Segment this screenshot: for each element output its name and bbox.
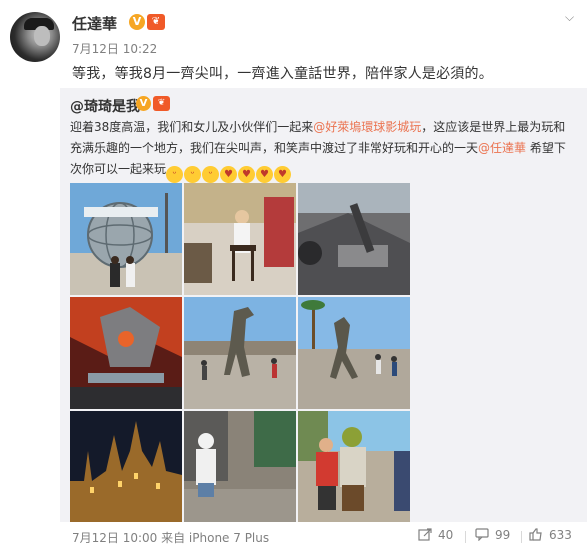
emoji-tongue-icon: ᵕ: [184, 166, 202, 183]
divider: [465, 531, 466, 543]
author-name[interactable]: 任達華: [72, 13, 117, 34]
emoji-wink-icon: ♥: [238, 166, 256, 183]
mention-link-author[interactable]: @任達華: [478, 141, 526, 155]
post-time[interactable]: 7月12日 10:22: [72, 40, 157, 57]
like-button[interactable]: 633: [529, 528, 572, 542]
photo-director-chair[interactable]: [184, 183, 296, 295]
avatar[interactable]: [10, 12, 60, 62]
comment-icon: [475, 528, 489, 541]
member-crown-icon: ❦: [147, 14, 165, 30]
emoji-tongue-icon: ᵕ: [166, 166, 184, 183]
repost-author-name[interactable]: @琦琦是我: [70, 96, 140, 116]
weibo-post: 任達華 V ❦ ⌵ 7月12日 10:22 等我，等我8月一齊尖叫，一齊進入童話…: [0, 0, 587, 552]
photo-hogwarts-castle[interactable]: [70, 411, 182, 523]
post-text: 等我，等我8月一齊尖叫，一齊進入童話世界，陪伴家人是必須的。: [72, 66, 493, 82]
comment-button[interactable]: 99: [475, 528, 510, 542]
repost-member-crown-icon: ❦: [153, 96, 170, 111]
share-icon: [418, 528, 432, 541]
divider: [521, 531, 522, 543]
emoji-wink-icon: ♥: [256, 166, 274, 183]
repost-text-part1: 迎着38度高温，我们和女儿及小伙伴们一起来: [70, 120, 314, 134]
share-count: 40: [438, 528, 454, 542]
thumbs-up-icon: [529, 528, 542, 541]
repost-time-source[interactable]: 7月12日 10:00 来自 iPhone 7 Plus: [72, 529, 269, 546]
repost-text: 迎着38度高温，我们和女儿及小伙伴们一起来@好萊塢環球影城玩，这应该是世界上最为…: [70, 117, 575, 183]
reposted-content: @琦琦是我 V ❦ 迎着38度高温，我们和女儿及小伙伴们一起来@好萊塢環球影城玩…: [60, 88, 587, 523]
mention-link-universal[interactable]: @好萊塢環球影城玩: [313, 120, 421, 134]
photo-ride-set[interactable]: [298, 183, 410, 295]
emoji-tongue-icon: ᵕ: [202, 166, 220, 183]
like-count: 633: [549, 528, 572, 542]
emoji-wink-icon: ♥: [220, 166, 238, 183]
verified-badge-icon: V: [129, 14, 145, 30]
photo-shrek[interactable]: [298, 411, 410, 523]
photo-transformers[interactable]: [70, 297, 182, 409]
post-footer: 7月12日 10:00 来自 iPhone 7 Plus 40 99 633: [0, 522, 587, 552]
photo-girl-street[interactable]: [184, 411, 296, 523]
photo-raptor-1[interactable]: [184, 297, 296, 409]
avatar-face-shape: [34, 26, 50, 46]
share-button[interactable]: 40: [418, 528, 453, 542]
photo-grid: [70, 183, 410, 523]
photo-raptor-2[interactable]: [298, 297, 410, 409]
repost-verified-badge-icon: V: [136, 96, 151, 111]
emoji-wink-icon: ♥: [274, 166, 292, 183]
comment-count: 99: [495, 528, 511, 542]
chevron-down-icon[interactable]: ⌵: [565, 10, 574, 25]
photo-universal-globe[interactable]: [70, 183, 182, 295]
